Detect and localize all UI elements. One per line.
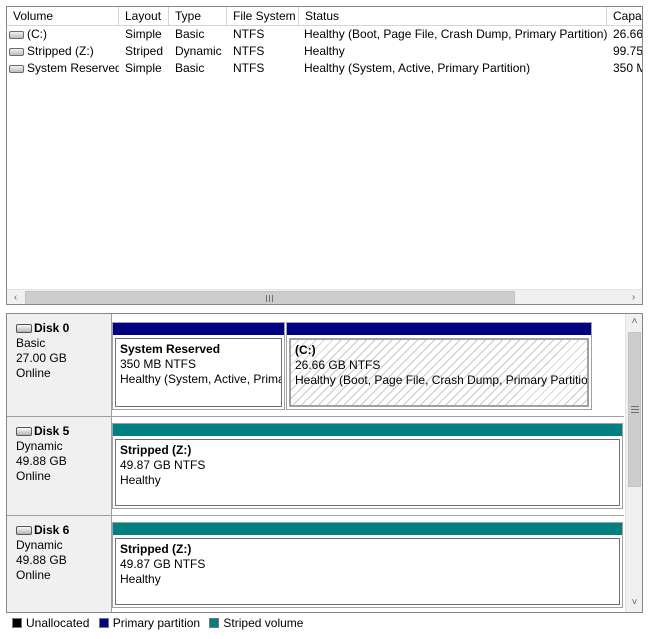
column-header-type[interactable]: Type	[169, 7, 227, 26]
disk-icon	[16, 324, 32, 333]
scroll-up-button[interactable]: ˄	[626, 314, 642, 330]
horizontal-scroll-thumb[interactable]	[25, 291, 515, 304]
drive-icon	[9, 65, 24, 73]
column-header-file-system[interactable]: File System	[227, 7, 299, 26]
drive-icon	[9, 31, 24, 39]
legend-label: Primary partition	[112, 616, 201, 630]
partition-size: 49.87 GB NTFS	[120, 557, 206, 571]
drive-icon	[9, 48, 24, 56]
disk-size: 49.88 GB	[16, 553, 67, 567]
column-header-capacity[interactable]: Capa	[607, 7, 642, 26]
volume-row-z[interactable]: Stripped (Z:) Striped Dynamic NTFS Healt…	[7, 43, 642, 60]
legend-swatch	[209, 618, 220, 628]
volume-name: (C:)	[27, 27, 47, 41]
grip-icon	[631, 406, 639, 413]
disk-status: Online	[16, 469, 51, 483]
volume-capacity: 26.66	[613, 27, 643, 41]
disk-row-0[interactable]: Disk 0 Basic 27.00 GB Online System Rese…	[7, 314, 624, 417]
disk-status: Online	[16, 568, 51, 582]
disk-info-6[interactable]: Disk 6 Dynamic 49.88 GB Online	[7, 516, 112, 612]
volume-type: Basic	[175, 27, 205, 41]
volume-capacity: 350 M	[613, 61, 642, 75]
disk-info-5[interactable]: Disk 5 Dynamic 49.88 GB Online	[7, 417, 112, 515]
volume-row-system-reserved[interactable]: System Reserved Simple Basic NTFS Health…	[7, 60, 642, 77]
disk-row-6[interactable]: Disk 6 Dynamic 49.88 GB Online Stripped …	[7, 516, 624, 612]
partition-name: Stripped (Z:)	[120, 542, 192, 556]
legend-item-unallocated: Unallocated	[12, 615, 89, 631]
disk-type: Basic	[16, 336, 46, 350]
partition-body[interactable]: Stripped (Z:) 49.87 GB NTFS Healthy	[115, 538, 620, 605]
column-header-volume[interactable]: Volume	[7, 7, 119, 26]
partition-system-reserved[interactable]: System Reserved 350 MB NTFS Healthy (Sys…	[112, 322, 285, 410]
volume-row-c[interactable]: (C:) Simple Basic NTFS Healthy (Boot, Pa…	[7, 26, 642, 43]
horizontal-scrollbar[interactable]: ‹ ›	[7, 289, 642, 304]
partition-color-bar	[113, 323, 284, 335]
legend: Unallocated Primary partition Striped vo…	[12, 615, 309, 633]
partition-size: 350 MB NTFS	[120, 357, 197, 371]
volume-type: Basic	[175, 61, 205, 75]
disk-icon	[16, 526, 32, 535]
partition-name: Stripped (Z:)	[120, 443, 192, 457]
disk-name: Disk 5	[34, 424, 70, 438]
partition-name: (C:)	[295, 343, 316, 357]
column-header-layout[interactable]: Layout	[119, 7, 169, 26]
partition-status: Healthy (System, Active, Primary Partiti…	[120, 372, 281, 386]
volume-status: Healthy (Boot, Page File, Crash Dump, Pr…	[304, 27, 607, 41]
volume-name: System Reserved	[27, 61, 119, 75]
grip-icon	[266, 295, 274, 302]
legend-item-primary: Primary partition	[98, 615, 201, 631]
volume-status: Healthy	[304, 44, 345, 58]
disk-graphical-view[interactable]: Disk 0 Basic 27.00 GB Online System Rese…	[6, 313, 643, 613]
volume-name: Stripped (Z:)	[27, 44, 94, 58]
legend-label: Striped volume	[223, 616, 304, 630]
vertical-scrollbar[interactable]: ˄ ˅	[625, 314, 642, 612]
scroll-left-button[interactable]: ‹	[7, 290, 24, 304]
column-header-status[interactable]: Status	[299, 7, 607, 26]
partition-status: Healthy	[120, 572, 161, 586]
disk-status: Online	[16, 366, 51, 380]
volume-list-header: Volume Layout Type File System Status Ca…	[7, 7, 642, 26]
partition-striped-z-disk5[interactable]: Stripped (Z:) 49.87 GB NTFS Healthy	[112, 423, 623, 509]
volume-fs: NTFS	[233, 44, 265, 58]
volume-layout: Simple	[125, 61, 162, 75]
partition-size: 26.66 GB NTFS	[295, 358, 381, 372]
volume-capacity: 99.75	[613, 44, 643, 58]
volume-layout: Simple	[125, 27, 162, 41]
partition-status: Healthy	[120, 473, 161, 487]
volume-layout: Striped	[125, 44, 164, 58]
volume-type: Dynamic	[175, 44, 222, 58]
volume-status: Healthy (System, Active, Primary Partiti…	[304, 61, 531, 75]
legend-label: Unallocated	[26, 616, 90, 630]
partition-color-bar	[113, 424, 622, 436]
disk-size: 27.00 GB	[16, 351, 67, 365]
disk-type: Dynamic	[16, 538, 63, 552]
partition-status: Healthy (Boot, Page File, Crash Dump, Pr…	[295, 373, 589, 387]
disk-row-5[interactable]: Disk 5 Dynamic 49.88 GB Online Stripped …	[7, 417, 624, 516]
disk-name: Disk 0	[34, 321, 70, 335]
volume-list[interactable]: Volume Layout Type File System Status Ca…	[6, 6, 643, 305]
scroll-down-button[interactable]: ˅	[626, 595, 642, 611]
legend-swatch	[98, 618, 109, 628]
disk-name: Disk 6	[34, 523, 70, 537]
vertical-scroll-thumb[interactable]	[628, 332, 641, 487]
disk-icon	[16, 427, 32, 436]
partition-color-bar	[287, 323, 591, 335]
partition-striped-z-disk6[interactable]: Stripped (Z:) 49.87 GB NTFS Healthy	[112, 522, 623, 608]
partition-c[interactable]: (C:) 26.66 GB NTFS Healthy (Boot, Page F…	[286, 322, 592, 410]
partition-body[interactable]: Stripped (Z:) 49.87 GB NTFS Healthy	[115, 439, 620, 506]
disk-type: Dynamic	[16, 439, 63, 453]
disk-info-0[interactable]: Disk 0 Basic 27.00 GB Online	[7, 314, 112, 416]
partition-color-bar	[113, 523, 622, 535]
partition-name: System Reserved	[120, 342, 221, 356]
scroll-right-button[interactable]: ›	[625, 290, 642, 304]
disk-size: 49.88 GB	[16, 454, 67, 468]
legend-item-striped: Striped volume	[209, 615, 303, 631]
partition-body[interactable]: System Reserved 350 MB NTFS Healthy (Sys…	[115, 338, 282, 407]
volume-fs: NTFS	[233, 27, 265, 41]
partition-body-selected[interactable]: (C:) 26.66 GB NTFS Healthy (Boot, Page F…	[289, 338, 589, 407]
partition-size: 49.87 GB NTFS	[120, 458, 206, 472]
legend-swatch	[12, 618, 22, 628]
volume-fs: NTFS	[233, 61, 265, 75]
